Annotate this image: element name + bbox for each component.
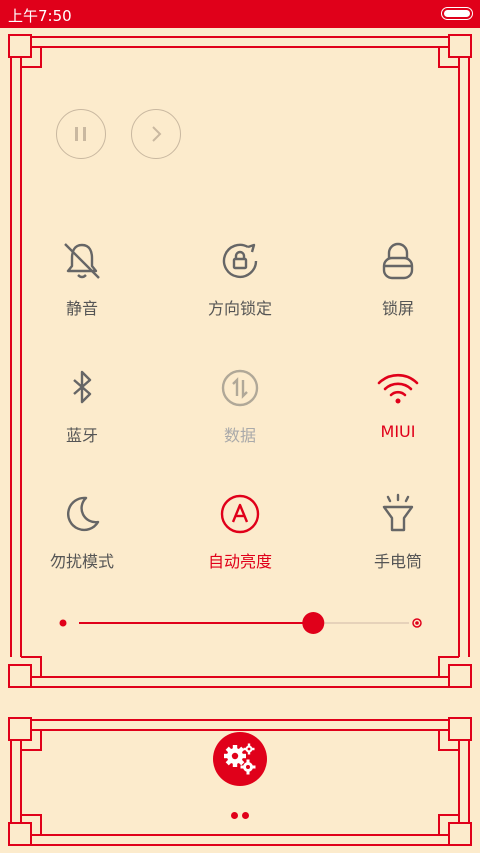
- tile-do-not-disturb[interactable]: 勿扰模式: [12, 492, 152, 572]
- tile-mobile-data-label: 数据: [223, 426, 256, 445]
- brightness-low-icon: [59, 619, 67, 627]
- chevron-right-icon: [152, 126, 162, 142]
- tile-mute-label: 静音: [65, 299, 98, 318]
- next-button[interactable]: [131, 109, 181, 159]
- tile-auto-brightness[interactable]: 自动亮度: [170, 492, 310, 572]
- bluetooth-icon: [73, 370, 92, 404]
- pause-icon: [75, 127, 86, 141]
- tile-bluetooth[interactable]: 蓝牙: [12, 366, 152, 446]
- bell-muted-icon: [64, 243, 100, 279]
- auto-brightness-icon: [220, 494, 260, 534]
- tile-auto-brightness-label: 自动亮度: [207, 552, 272, 571]
- tile-lock-screen[interactable]: 锁屏: [328, 239, 468, 319]
- page-dot-2[interactable]: [242, 812, 249, 819]
- rotation-lock-icon: [222, 243, 258, 279]
- settings-button[interactable]: [213, 732, 267, 786]
- tile-rotation-lock-label: 方向锁定: [207, 299, 272, 318]
- tile-wifi[interactable]: MIUI: [328, 366, 468, 441]
- tile-lock-screen-label: 锁屏: [381, 299, 414, 318]
- tile-flashlight-label: 手电筒: [373, 552, 422, 571]
- tile-rotation-lock[interactable]: 方向锁定: [170, 239, 310, 319]
- flashlight-icon: [382, 493, 414, 532]
- wifi-icon: [377, 373, 419, 404]
- lock-icon: [382, 242, 414, 280]
- page-dot-1[interactable]: [231, 812, 238, 819]
- tile-do-not-disturb-label: 勿扰模式: [49, 552, 114, 571]
- tile-bluetooth-label: 蓝牙: [65, 426, 98, 445]
- mobile-data-icon: [221, 369, 259, 407]
- pause-button[interactable]: [56, 109, 106, 159]
- gears-icon: [224, 743, 256, 775]
- tile-flashlight[interactable]: 手电筒: [328, 492, 468, 572]
- page-indicator: [231, 812, 251, 820]
- slider-thumb[interactable]: [302, 612, 325, 634]
- tile-mobile-data[interactable]: 数据: [170, 366, 310, 446]
- tile-mute[interactable]: 静音: [12, 239, 152, 319]
- tile-wifi-label: MIUI: [380, 422, 416, 441]
- brightness-slider[interactable]: [55, 610, 425, 636]
- moon-icon: [67, 496, 100, 532]
